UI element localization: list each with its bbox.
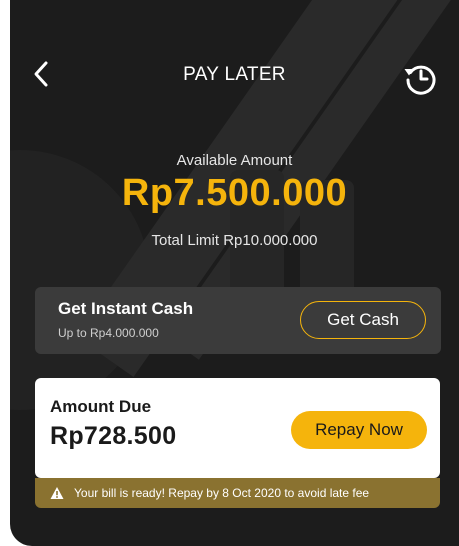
- bill-notice-bar: Your bill is ready! Repay by 8 Oct 2020 …: [35, 478, 440, 508]
- history-clock-icon: [404, 65, 436, 95]
- available-amount-value: Rp7.500.000: [121, 172, 348, 214]
- instant-cash-subtitle: Up to Rp4.000.000: [58, 326, 159, 340]
- total-limit-text: Total Limit Rp10.000.000: [151, 232, 318, 249]
- amount-due-title: Amount Due: [50, 397, 152, 416]
- pay-later-screen: PAY LATER Available Amount Rp7.500.000 T…: [0, 0, 459, 546]
- amount-due-card: Amount Due Rp728.500 Repay Now: [35, 378, 440, 478]
- warning-icon: [50, 487, 64, 499]
- bill-notice-text: Your bill is ready! Repay by 8 Oct 2020 …: [74, 486, 370, 500]
- amount-due-value: Rp728.500: [50, 422, 177, 450]
- repay-now-button[interactable]: Repay Now: [291, 411, 427, 449]
- get-cash-button[interactable]: Get Cash: [300, 301, 426, 339]
- available-amount-label: Available Amount: [176, 152, 293, 169]
- history-button[interactable]: [402, 60, 438, 96]
- instant-cash-title: Get Instant Cash: [58, 299, 194, 318]
- header-bar: PAY LATER: [10, 44, 459, 104]
- page-title: PAY LATER: [183, 64, 286, 85]
- instant-cash-card: Get Instant Cash Up to Rp4.000.000 Get C…: [35, 287, 441, 354]
